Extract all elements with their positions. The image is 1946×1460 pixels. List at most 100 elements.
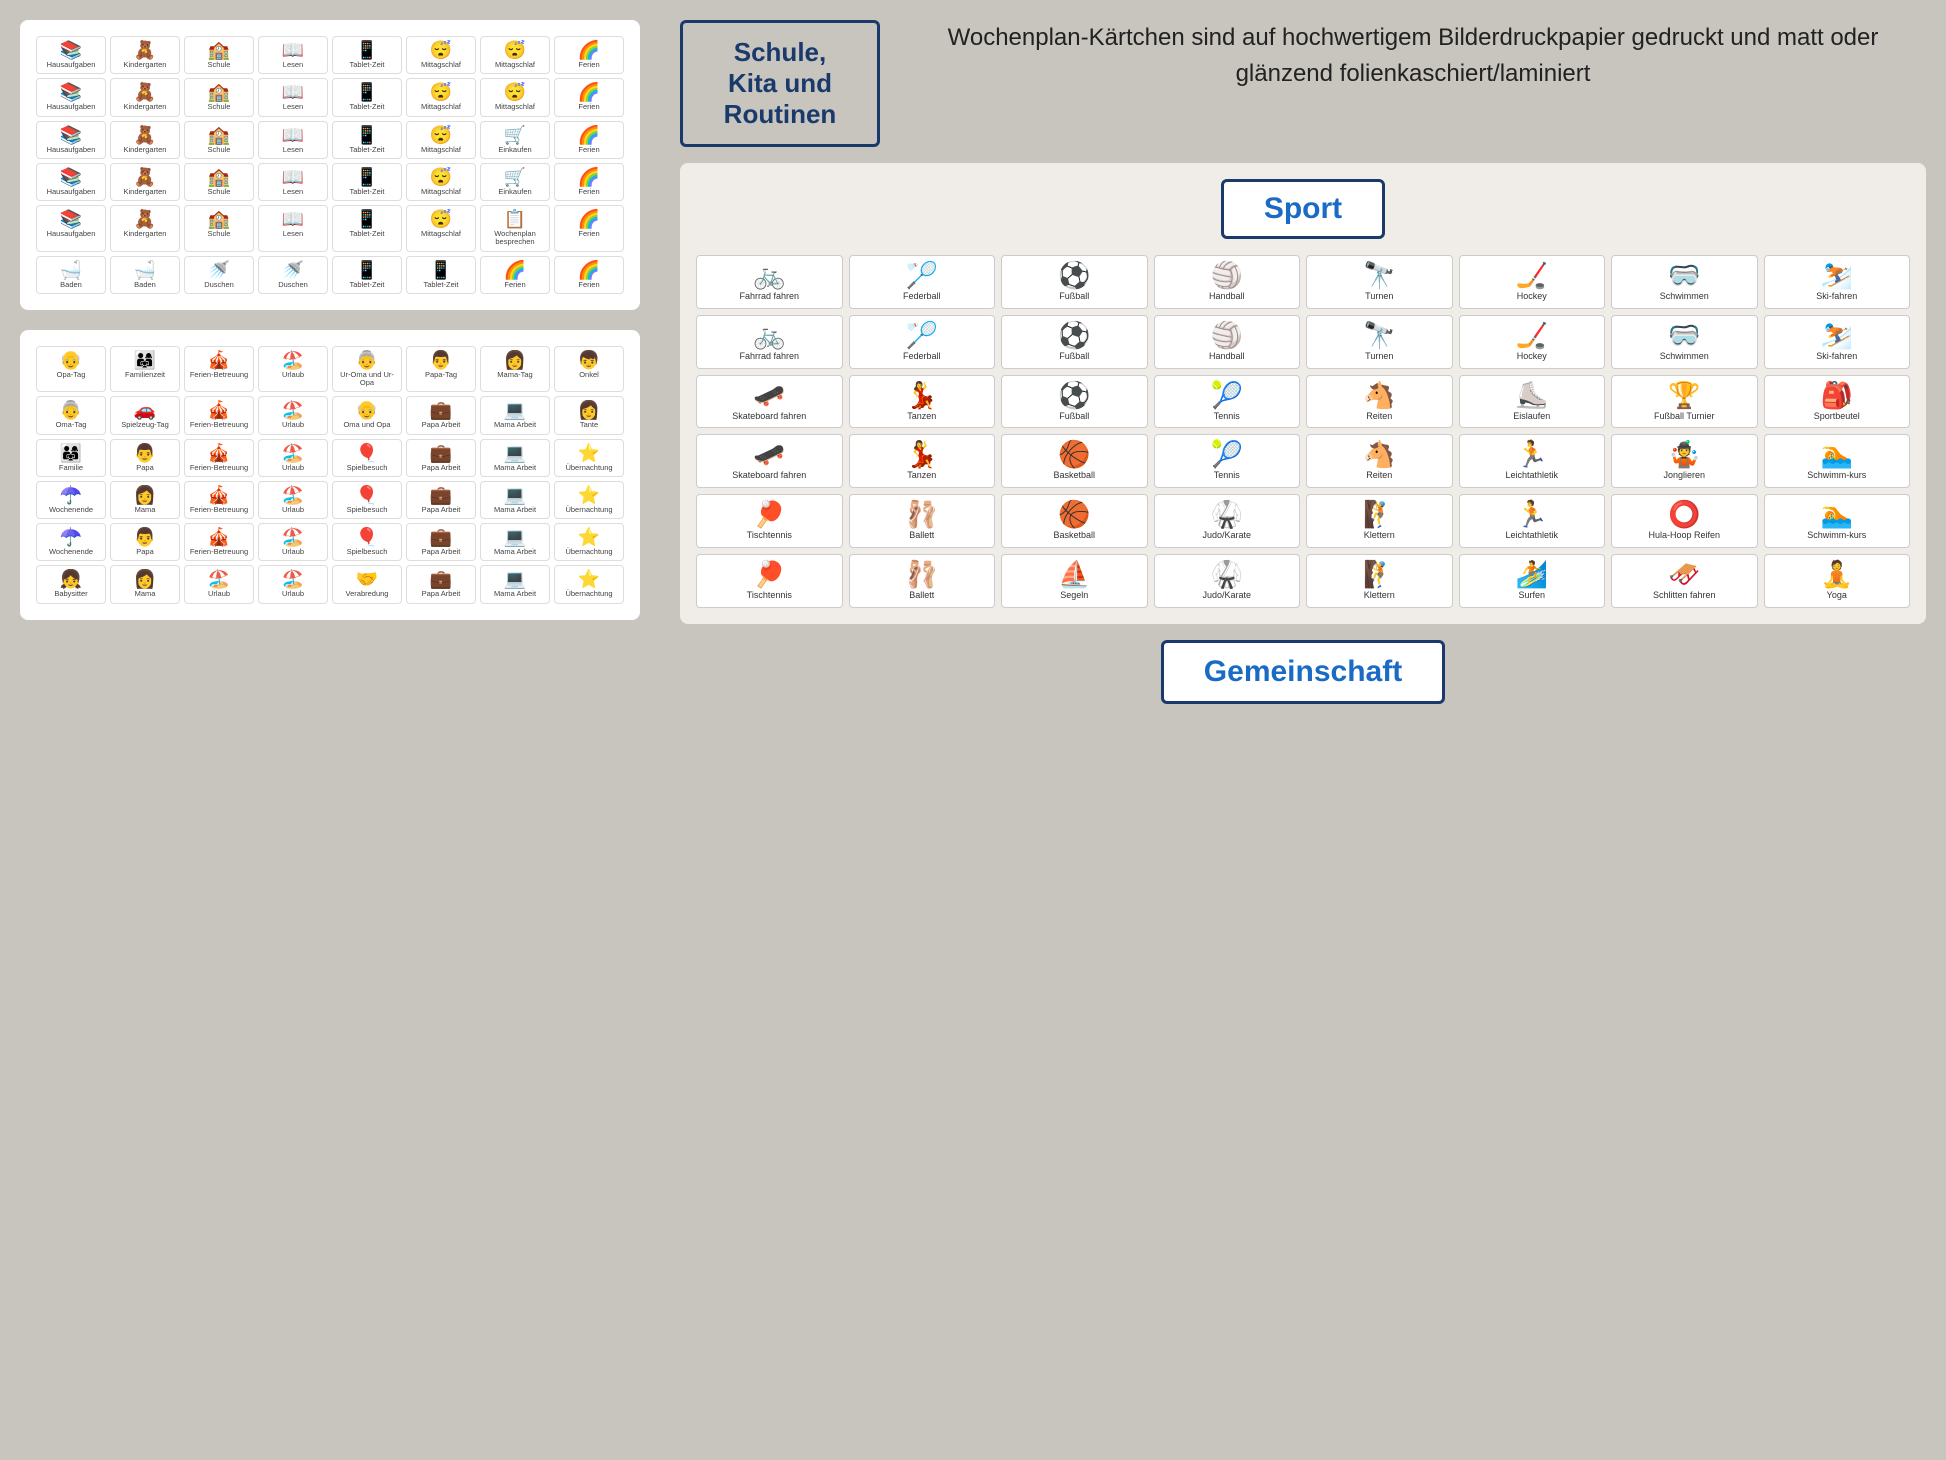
card-label: Tablet-Zeit (349, 146, 384, 154)
bottom-card-item: 👩Mama (110, 481, 180, 519)
card-icon: 📚 (60, 83, 82, 101)
card-icon: 👨‍👩‍👧 (60, 444, 82, 462)
card-icon: 🎪 (208, 401, 230, 419)
card-icon: 📱 (356, 41, 378, 59)
sport-card-item: 🏸Federball (849, 315, 996, 369)
top-card-item: 😴Mittagschlaf (406, 205, 476, 252)
card-icon: 🌈 (578, 168, 600, 186)
sport-icon: 🏒 (1516, 262, 1548, 288)
card-label: Babysitter (54, 590, 87, 598)
sport-icon: 🧘 (1821, 561, 1853, 587)
card-label: Spielbesuch (347, 548, 388, 556)
bottom-card-item: 👨Papa (110, 439, 180, 477)
card-label: Papa (136, 548, 154, 556)
right-panel: Schule,Kita undRoutinen Wochenplan-Kärtc… (660, 0, 1946, 1460)
top-card-item: 🏫Schule (184, 121, 254, 159)
sport-card-item: 🛹Skateboard fahren (696, 434, 843, 488)
card-label: Urlaub (282, 421, 304, 429)
bottom-card-item: 🎈Spielbesuch (332, 523, 402, 561)
card-icon: 📱 (356, 261, 378, 279)
card-icon: 🧸 (134, 41, 156, 59)
bottom-card-item: 👵Oma-Tag (36, 396, 106, 434)
card-icon: 🏖️ (282, 401, 304, 419)
bottom-card-item: 🎪Ferien-Betreuung (184, 481, 254, 519)
sport-icon: 🥽 (1668, 262, 1700, 288)
sport-icon: 🛹 (753, 441, 785, 467)
card-label: Duschen (278, 281, 308, 289)
card-label: Familie (59, 464, 83, 472)
sport-card-item: 🔭Turnen (1306, 255, 1453, 309)
card-label: Ferien (578, 61, 599, 69)
card-icon: 🏫 (208, 210, 230, 228)
card-icon: 📚 (60, 210, 82, 228)
card-icon: ⭐ (578, 528, 600, 546)
sport-icon: ⭕ (1668, 501, 1700, 527)
card-label: Mama-Tag (497, 371, 532, 379)
bottom-card-item: 🚗Spielzeug-Tag (110, 396, 180, 434)
sport-card-item: 🤹Jonglieren (1611, 434, 1758, 488)
sport-card-item: 🧗Klettern (1306, 494, 1453, 548)
card-icon: 💼 (430, 486, 452, 504)
top-right-section: Schule,Kita undRoutinen Wochenplan-Kärtc… (680, 20, 1926, 147)
card-label: Mittagschlaf (495, 103, 535, 111)
sport-icon: 🏊 (1821, 441, 1853, 467)
sport-label: Tanzen (907, 411, 936, 422)
card-icon: 😴 (430, 83, 452, 101)
sport-label: Ski-fahren (1816, 291, 1857, 302)
card-icon: 🏫 (208, 83, 230, 101)
top-card-item: 😴 Mittagschlaf (480, 78, 550, 116)
top-card-item: 🛒Einkaufen (480, 121, 550, 159)
sport-label: Schwimmen (1660, 291, 1709, 302)
top-card-item: 🏫Schule (184, 163, 254, 201)
card-label: Spielbesuch (347, 464, 388, 472)
card-icon: 🤝 (356, 570, 378, 588)
card-icon: 👩 (134, 486, 156, 504)
sport-card-item: ⛷️Ski-fahren (1764, 255, 1911, 309)
card-label: Übernachtung (565, 590, 612, 598)
bottom-card-item: 💻Mama Arbeit (480, 565, 550, 603)
sport-card-item: 🏓Tischtennis (696, 554, 843, 608)
card-label: Hausaufgaben (47, 230, 96, 238)
card-icon: 😴 (430, 41, 452, 59)
sport-card-item: 🏊Schwimm-kurs (1764, 494, 1911, 548)
card-icon: ⭐ (578, 486, 600, 504)
sport-label: Eislaufen (1513, 411, 1550, 422)
sport-card-item: 🥋Judo/Karate (1154, 494, 1301, 548)
top-card-item: 📖Lesen (258, 36, 328, 74)
card-label: Schule (208, 146, 231, 154)
card-label: Schule (208, 188, 231, 196)
card-icon: 😴 (504, 83, 526, 101)
card-label: Übernachtung (565, 506, 612, 514)
card-label: Papa (136, 464, 154, 472)
sport-label: Klettern (1364, 590, 1395, 601)
card-label: Ferien (578, 188, 599, 196)
card-label: Wochenende (49, 506, 93, 514)
sport-label: Handball (1209, 291, 1245, 302)
card-icon: 👴 (60, 351, 82, 369)
sport-icon: 🏆 (1668, 382, 1700, 408)
card-icon: 🌈 (504, 261, 526, 279)
top-card-item: 📋Wochenplan besprechen (480, 205, 550, 252)
sport-card-item: 🚲Fahrrad fahren (696, 255, 843, 309)
top-card-item: 🛒Einkaufen (480, 163, 550, 201)
card-icon: 🛒 (504, 126, 526, 144)
sport-label: Surfen (1518, 590, 1545, 601)
top-card-item: 📱Tablet-Zeit (406, 256, 476, 294)
card-label: Ferien (504, 281, 525, 289)
sport-label: Fahrrad fahren (739, 291, 799, 302)
sport-card-item: 🔭Turnen (1306, 315, 1453, 369)
sport-icon: 🩰 (906, 561, 938, 587)
card-icon: 👨‍👩‍👧 (134, 351, 156, 369)
sport-grid: 🚲Fahrrad fahren🏸Federball⚽Fußball🏐Handba… (696, 255, 1910, 608)
card-label: Ferien (578, 281, 599, 289)
sport-label: Segeln (1060, 590, 1088, 601)
card-icon: 👦 (578, 351, 600, 369)
sport-card-item: 🏆Fußball Turnier (1611, 375, 1758, 429)
sport-card-item: 🥋Judo/Karate (1154, 554, 1301, 608)
bottom-card-item: 👴Oma und Opa (332, 396, 402, 434)
sport-card-item: 🏃Leichtathletik (1459, 434, 1606, 488)
bottom-card-item: 💼Papa Arbeit (406, 396, 476, 434)
bottom-card-item: 💻Mama Arbeit (480, 523, 550, 561)
bottom-card-item: 🎪Ferien-Betreuung (184, 439, 254, 477)
card-icon: 🏖️ (282, 444, 304, 462)
